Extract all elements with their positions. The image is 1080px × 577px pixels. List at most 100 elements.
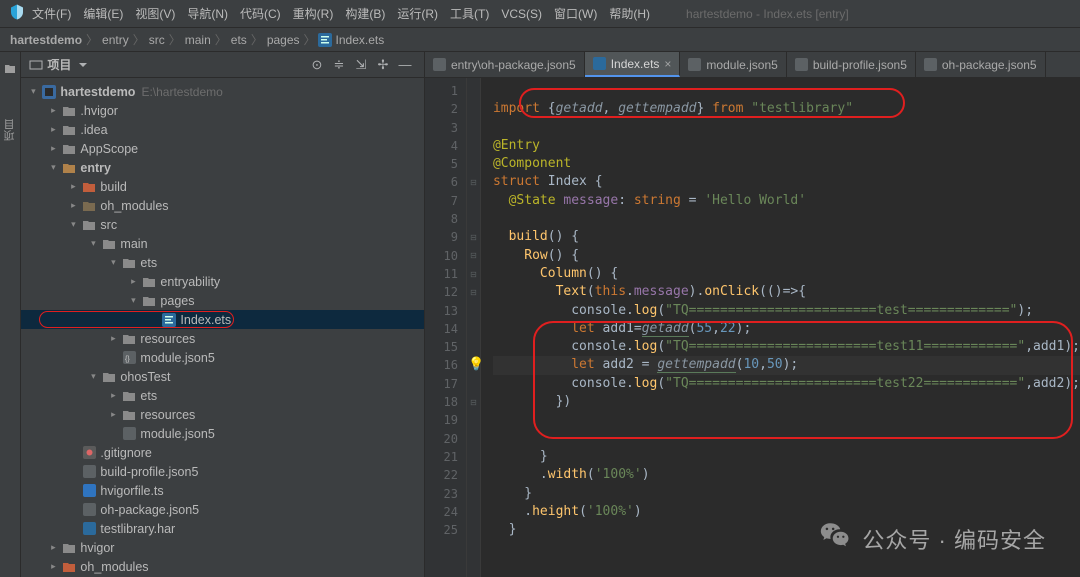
fold-gutter[interactable]: ⊟⊟⊟⊟⊟⊟ — [467, 78, 481, 577]
tab-label: oh-package.json5 — [942, 58, 1037, 72]
tree-label: .hvigor — [80, 104, 118, 118]
tree-item[interactable]: ▾src — [21, 215, 424, 234]
tree-item[interactable]: ▸hvigor — [21, 538, 424, 557]
tree-label: AppScope — [80, 142, 138, 156]
tree-item[interactable]: ▸oh_modules — [21, 196, 424, 215]
json-file-icon — [924, 58, 937, 71]
expand-icon[interactable]: ≑ — [329, 55, 349, 75]
tree-item-entry[interactable]: ▾entry — [21, 158, 424, 177]
wechat-icon — [818, 519, 852, 559]
tree-label: hartestdemo — [60, 85, 135, 99]
tree-item[interactable]: ▸build — [21, 177, 424, 196]
tree-label: build-profile.json5 — [100, 465, 198, 479]
tree-item[interactable]: testlibrary.har — [21, 519, 424, 538]
editor-tabs: entry\oh-package.json5 Index.ets× module… — [425, 52, 1080, 78]
lightbulb-icon[interactable]: 💡 — [468, 356, 484, 374]
tree-root[interactable]: ▾ hartestdemo E:\hartestdemo — [21, 82, 424, 101]
tree-item-index-ets[interactable]: Index.ets — [21, 310, 424, 329]
watermark-prefix: 公众号 · — [862, 528, 954, 553]
project-rail-label[interactable]: 项目 — [2, 119, 18, 141]
tree-item[interactable]: module.json5 — [21, 424, 424, 443]
tab-index-ets[interactable]: Index.ets× — [585, 52, 681, 77]
crumb-pages[interactable]: pages — [267, 33, 300, 47]
tab-oh-package-entry[interactable]: entry\oh-package.json5 — [425, 52, 585, 77]
folder-icon — [121, 255, 137, 271]
tree-item[interactable]: hvigorfile.ts — [21, 481, 424, 500]
svg-text:{}: {} — [125, 356, 130, 363]
tree-label: src — [100, 218, 117, 232]
crumb-src[interactable]: src — [149, 33, 165, 47]
tree-item[interactable]: ▸ .hvigor — [21, 101, 424, 120]
tree-item[interactable]: ▸resources — [21, 329, 424, 348]
tree-item[interactable]: ▸oh_modules — [21, 557, 424, 576]
locate-icon[interactable]: ⊙ — [307, 55, 327, 75]
menu-vcs[interactable]: VCS(S) — [501, 7, 542, 21]
project-panel: 项目 ⊙ ≑ ⇲ ✢ — ▾ hartestdemo E:\hartestdem… — [21, 52, 425, 577]
tree-item[interactable]: ▾ohosTest — [21, 367, 424, 386]
watermark-name: 编码安全 — [954, 528, 1046, 553]
crumb-ets[interactable]: ets — [231, 33, 247, 47]
tree-item[interactable]: ▾pages — [21, 291, 424, 310]
folder-icon — [61, 122, 77, 138]
line-gutter[interactable]: 1234567891011121314151617181920212223242… — [425, 78, 467, 577]
annotation-oval-1 — [519, 88, 905, 118]
tree-label: entryability — [160, 275, 220, 289]
tree-item[interactable]: ▾ets — [21, 253, 424, 272]
menu-run[interactable]: 运行(R) — [397, 5, 438, 22]
tab-oh-package[interactable]: oh-package.json5 — [916, 52, 1046, 77]
tree-item[interactable]: .gitignore — [21, 443, 424, 462]
tree-item[interactable]: ▸resources — [21, 405, 424, 424]
project-tree[interactable]: ▾ hartestdemo E:\hartestdemo ▸ .hvigor ▸.… — [21, 78, 424, 577]
menu-code[interactable]: 代码(C) — [240, 5, 281, 22]
folder-icon — [61, 103, 77, 119]
app-logo-icon — [8, 3, 26, 24]
menu-build[interactable]: 构建(B) — [345, 5, 385, 22]
tree-label: hvigorfile.ts — [100, 484, 163, 498]
menu-help[interactable]: 帮助(H) — [609, 5, 650, 22]
folder-icon — [121, 388, 137, 404]
crumb-entry[interactable]: entry — [102, 33, 129, 47]
tree-item[interactable]: {} module.json5 — [21, 348, 424, 367]
tree-item[interactable]: oh-package.json5 — [21, 500, 424, 519]
menu-nav[interactable]: 导航(N) — [187, 5, 228, 22]
project-rail-icon[interactable] — [3, 56, 17, 79]
toolwindow-rail: 项目 — [0, 52, 21, 577]
folder-icon — [81, 217, 97, 233]
gear-icon[interactable]: ✢ — [373, 55, 393, 75]
module-icon — [41, 84, 57, 100]
ets-file-icon — [318, 33, 332, 47]
folder-lib-icon — [61, 559, 77, 575]
close-icon[interactable]: × — [664, 57, 671, 71]
tree-item[interactable]: ▸ets — [21, 386, 424, 405]
tree-label: module.json5 — [140, 351, 214, 365]
menu-edit[interactable]: 编辑(E) — [83, 5, 123, 22]
panel-dropdown[interactable] — [75, 58, 91, 72]
folder-excluded-icon — [81, 179, 97, 195]
tree-item[interactable]: build-profile.json5 — [21, 462, 424, 481]
tab-build-profile[interactable]: build-profile.json5 — [787, 52, 916, 77]
crumb-main[interactable]: main — [185, 33, 211, 47]
menu-file[interactable]: 文件(F) — [32, 5, 71, 22]
folder-icon — [141, 293, 157, 309]
chevron-down-icon[interactable]: ▾ — [25, 86, 41, 97]
project-icon — [29, 58, 43, 72]
tree-item[interactable]: ▸entryability — [21, 272, 424, 291]
chevron-right-icon[interactable]: ▸ — [45, 105, 61, 116]
tree-item[interactable]: ▾main — [21, 234, 424, 253]
collapse-icon[interactable]: ⇲ — [351, 55, 371, 75]
menu-refactor[interactable]: 重构(R) — [293, 5, 334, 22]
menu-view[interactable]: 视图(V) — [135, 5, 175, 22]
tree-item[interactable]: ▸AppScope — [21, 139, 424, 158]
folder-icon — [61, 141, 77, 157]
crumb-file[interactable]: Index.ets — [336, 33, 385, 47]
menu-tools[interactable]: 工具(T) — [450, 5, 489, 22]
tree-item[interactable]: ▸.idea — [21, 120, 424, 139]
ets-file-icon — [593, 57, 606, 70]
code-editor[interactable]: import {getadd, gettempadd} from "testli… — [481, 78, 1080, 577]
folder-icon — [101, 369, 117, 385]
crumb-project[interactable]: hartestdemo — [10, 33, 82, 47]
tree-label: resources — [140, 332, 195, 346]
menu-window[interactable]: 窗口(W) — [554, 5, 597, 22]
hide-icon[interactable]: — — [395, 55, 415, 75]
tab-module-json[interactable]: module.json5 — [680, 52, 786, 77]
